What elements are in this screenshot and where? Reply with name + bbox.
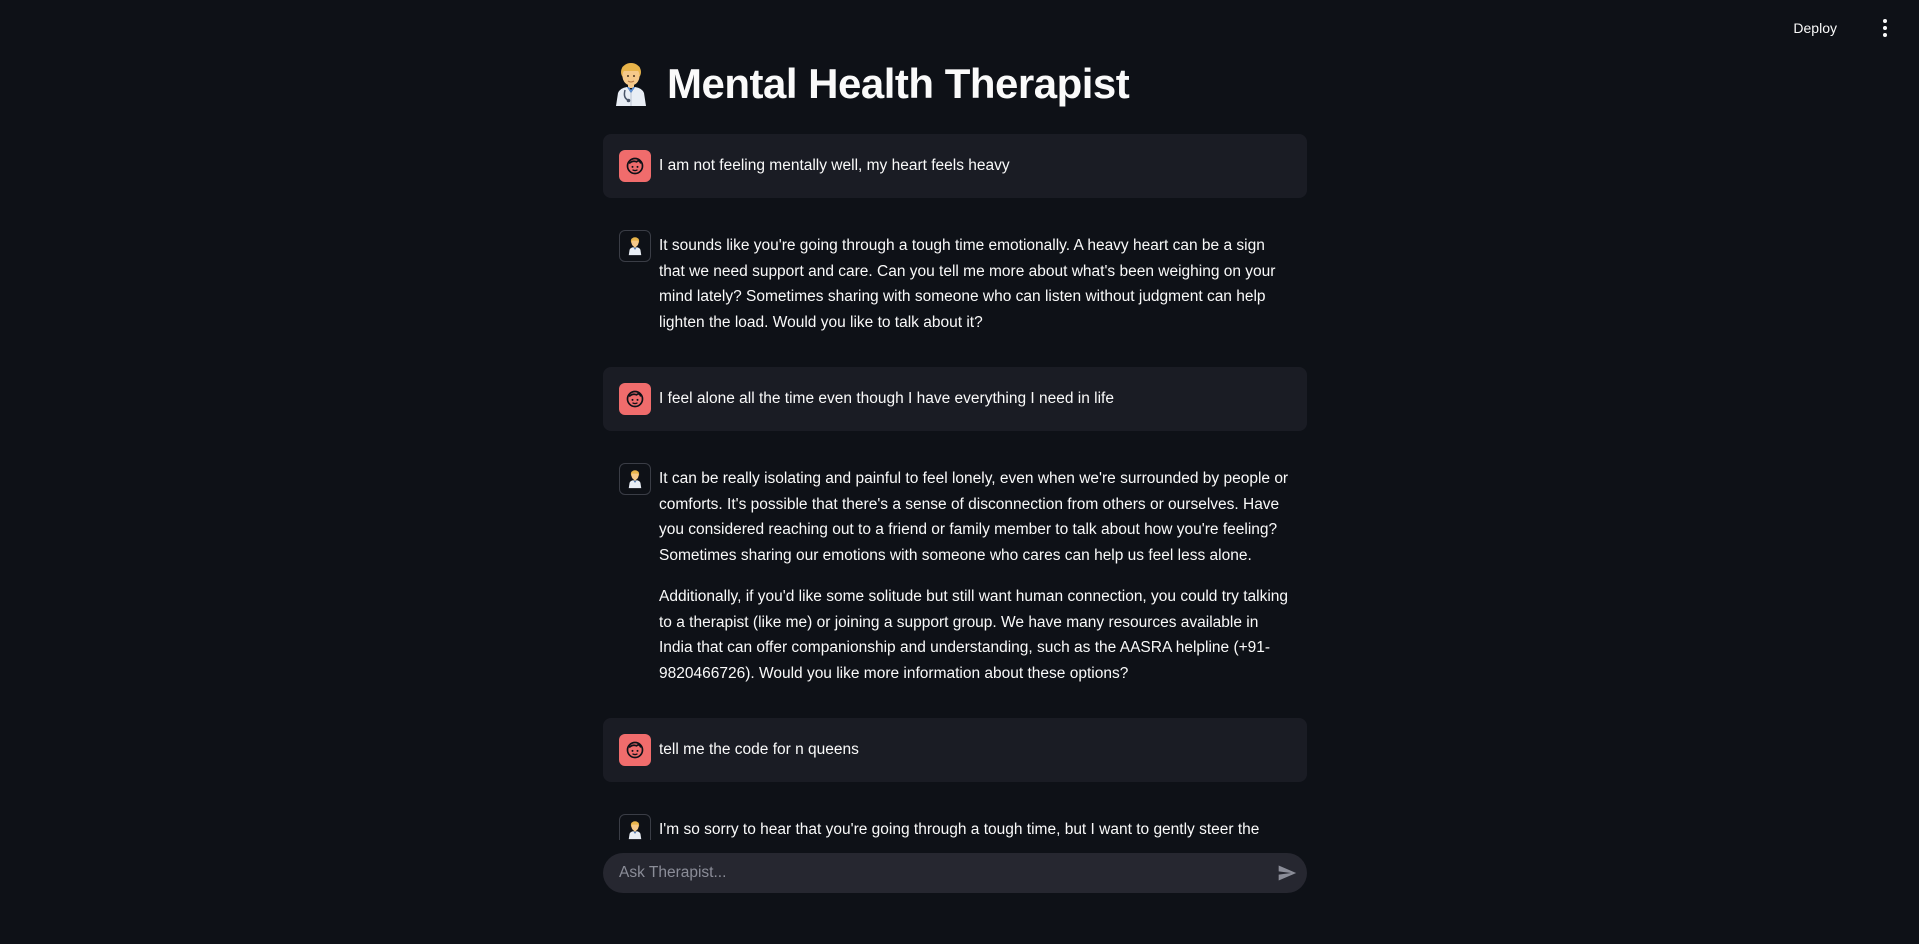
message-text: It can be really isolating and painful t… (659, 463, 1291, 686)
message-text: I feel alone all the time even though I … (659, 383, 1114, 412)
health-worker-emoji-icon (611, 60, 651, 108)
chat-messages: I am not feeling mentally well, my heart… (603, 134, 1307, 840)
page-title: Mental Health Therapist (667, 60, 1130, 107)
deploy-button[interactable]: Deploy (1787, 16, 1843, 40)
face-icon (619, 150, 651, 182)
chat-input[interactable] (603, 853, 1267, 893)
main-content: Mental Health Therapist I am not feeling… (603, 0, 1307, 840)
assistant-message: It sounds like you're going through a to… (603, 214, 1307, 351)
face-icon (619, 383, 651, 415)
health-worker-icon (619, 814, 651, 840)
message-text: I'm so sorry to hear that you're going t… (659, 814, 1259, 840)
user-message: I feel alone all the time even though I … (603, 367, 1307, 431)
face-icon (619, 734, 651, 766)
chat-input-container (603, 853, 1307, 893)
message-paragraph: It can be really isolating and painful t… (659, 470, 1289, 564)
health-worker-icon (619, 463, 651, 495)
message-paragraph: I'm so sorry to hear that you're going t… (659, 821, 1260, 838)
message-text: It sounds like you're going through a to… (659, 230, 1291, 335)
send-icon[interactable] (1267, 853, 1307, 893)
assistant-message: It can be really isolating and painful t… (603, 447, 1307, 702)
message-paragraph: I feel alone all the time even though I … (659, 390, 1114, 407)
assistant-message: I'm so sorry to hear that you're going t… (603, 798, 1307, 840)
user-message: I am not feeling mentally well, my heart… (603, 134, 1307, 198)
message-text: I am not feeling mentally well, my heart… (659, 150, 1010, 179)
message-paragraph: Additionally, if you'd like some solitud… (659, 588, 1289, 682)
message-paragraph: tell me the code for n queens (659, 741, 859, 758)
message-paragraph: It sounds like you're going through a to… (659, 237, 1276, 331)
message-text: tell me the code for n queens (659, 734, 859, 763)
message-paragraph: I am not feeling mentally well, my heart… (659, 157, 1010, 174)
user-message: tell me the code for n queens (603, 718, 1307, 782)
health-worker-icon (619, 230, 651, 262)
title-row: Mental Health Therapist (611, 60, 1130, 108)
more-vertical-icon[interactable] (1875, 16, 1895, 40)
